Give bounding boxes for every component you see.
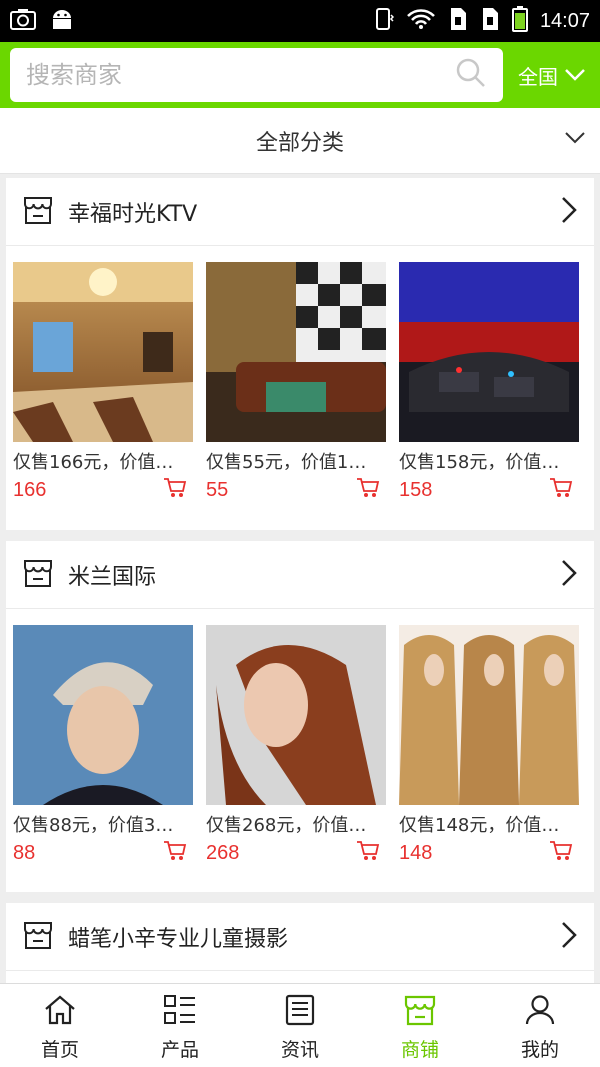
product-price: 55 [206, 478, 229, 501]
tab-home[interactable]: 首页 [0, 984, 120, 1067]
tab-products[interactable]: 产品 [120, 984, 240, 1067]
chevron-right-icon[interactable] [560, 195, 578, 229]
shop-header[interactable]: 米兰国际 [6, 541, 594, 609]
tab-label: 产品 [160, 1039, 199, 1061]
product-price: 166 [13, 478, 47, 501]
product-image [206, 625, 386, 805]
tab-label: 商铺 [400, 1039, 439, 1061]
tab-label: 我的 [520, 1039, 559, 1061]
tab-news[interactable]: 资讯 [240, 984, 360, 1067]
chevron-down-icon [564, 130, 586, 149]
camera-icon [10, 8, 36, 34]
product-price: 268 [206, 841, 240, 864]
status-bar: 14:07 [0, 0, 600, 42]
shop-name: 米兰国际 [68, 564, 157, 590]
cart-icon[interactable] [163, 840, 187, 866]
product-title: 仅售88元，价值3… [13, 815, 174, 836]
region-label: 全国 [518, 64, 558, 89]
product-title: 仅售158元，价值… [399, 452, 560, 473]
product-item[interactable]: 仅售148元，价值… 148 [399, 625, 579, 867]
cart-icon[interactable] [163, 477, 187, 503]
product-item[interactable]: 仅售55元，价值1… 55 [206, 262, 386, 504]
category-filter[interactable]: 全部分类 [0, 108, 600, 174]
store-icon [403, 994, 437, 1031]
shop-header[interactable]: 蜡笔小辛专业儿童摄影 [6, 903, 594, 971]
list-icon [163, 994, 197, 1031]
chevron-down-icon [564, 63, 586, 87]
search-icon[interactable] [455, 57, 487, 93]
product-image [399, 625, 579, 805]
category-label: 全部分类 [255, 130, 344, 156]
battery-icon [511, 6, 528, 36]
user-icon [523, 994, 557, 1031]
chevron-right-icon[interactable] [560, 920, 578, 954]
product-price: 148 [399, 841, 433, 864]
cart-icon[interactable] [549, 477, 573, 503]
tab-label: 资讯 [280, 1039, 319, 1061]
cart-icon[interactable] [356, 477, 380, 503]
bottom-tab-bar: 首页 产品 资讯 商铺 我的 [0, 983, 600, 1067]
region-selector[interactable]: 全国 [518, 61, 586, 90]
chevron-right-icon[interactable] [560, 558, 578, 592]
tab-label: 首页 [40, 1039, 79, 1061]
wifi-icon [406, 8, 436, 34]
home-icon [43, 994, 77, 1031]
cart-icon[interactable] [356, 840, 380, 866]
product-price: 88 [13, 841, 36, 864]
product-image [206, 262, 386, 442]
store-icon [22, 919, 54, 955]
shop-name: 蜡笔小辛专业儿童摄影 [68, 926, 289, 952]
product-title: 仅售148元，价值… [399, 815, 560, 836]
store-icon [22, 557, 54, 593]
shop-card: 蜡笔小辛专业儿童摄影 [6, 903, 594, 983]
news-icon [283, 994, 317, 1031]
product-title: 仅售268元，价值… [206, 815, 367, 836]
shop-card: 幸福时光KTV 仅售166元，价值… 166 仅售55元，价值1… 55 仅售1… [6, 178, 594, 530]
product-item[interactable]: 仅售268元，价值… 268 [206, 625, 386, 867]
sim2-icon [480, 7, 500, 35]
search-header: 全国 [0, 42, 600, 108]
search-input[interactable] [26, 61, 455, 89]
product-item[interactable]: 仅售158元，价值… 158 [399, 262, 579, 504]
store-icon [22, 194, 54, 230]
product-image [399, 262, 579, 442]
cart-icon[interactable] [549, 840, 573, 866]
tab-stores[interactable]: 商铺 [360, 984, 480, 1067]
product-item[interactable]: 仅售166元，价值… 166 [13, 262, 193, 504]
shop-card: 米兰国际 仅售88元，价值3… 88 仅售268元，价值… 268 仅售148元… [6, 541, 594, 892]
product-title: 仅售166元，价值… [13, 452, 174, 473]
product-title: 仅售55元，价值1… [206, 452, 367, 473]
search-box[interactable] [10, 48, 503, 102]
android-icon [50, 8, 74, 34]
shop-header[interactable]: 幸福时光KTV [6, 178, 594, 246]
status-time: 14:07 [539, 9, 590, 32]
vibrate-icon [374, 7, 394, 35]
shop-name: 幸福时光KTV [68, 201, 198, 227]
sim1-icon [448, 7, 468, 35]
tab-profile[interactable]: 我的 [480, 984, 600, 1067]
product-image [13, 625, 193, 805]
product-image [13, 262, 193, 442]
product-item[interactable]: 仅售88元，价值3… 88 [13, 625, 193, 867]
product-price: 158 [399, 478, 433, 501]
